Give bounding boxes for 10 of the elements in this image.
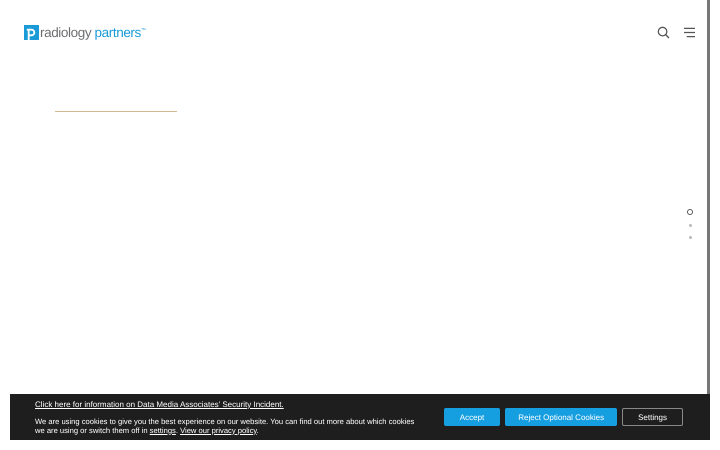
incident-link[interactable]: Click here for information on Data Media Associates’ Security Incident. <box>35 400 284 408</box>
settings-button[interactable]: Settings <box>622 408 683 426</box>
menu-icon[interactable] <box>683 26 696 38</box>
section-dot[interactable] <box>688 224 692 227</box>
logo-mark-icon <box>24 24 39 40</box>
section-dot[interactable] <box>687 209 693 215</box>
scrollbar[interactable] <box>707 0 710 394</box>
brand-name[interactable]: radiology partners$^{™}$ <box>40 24 146 40</box>
section-dot[interactable] <box>688 236 692 239</box>
search-icon[interactable] <box>657 26 670 38</box>
